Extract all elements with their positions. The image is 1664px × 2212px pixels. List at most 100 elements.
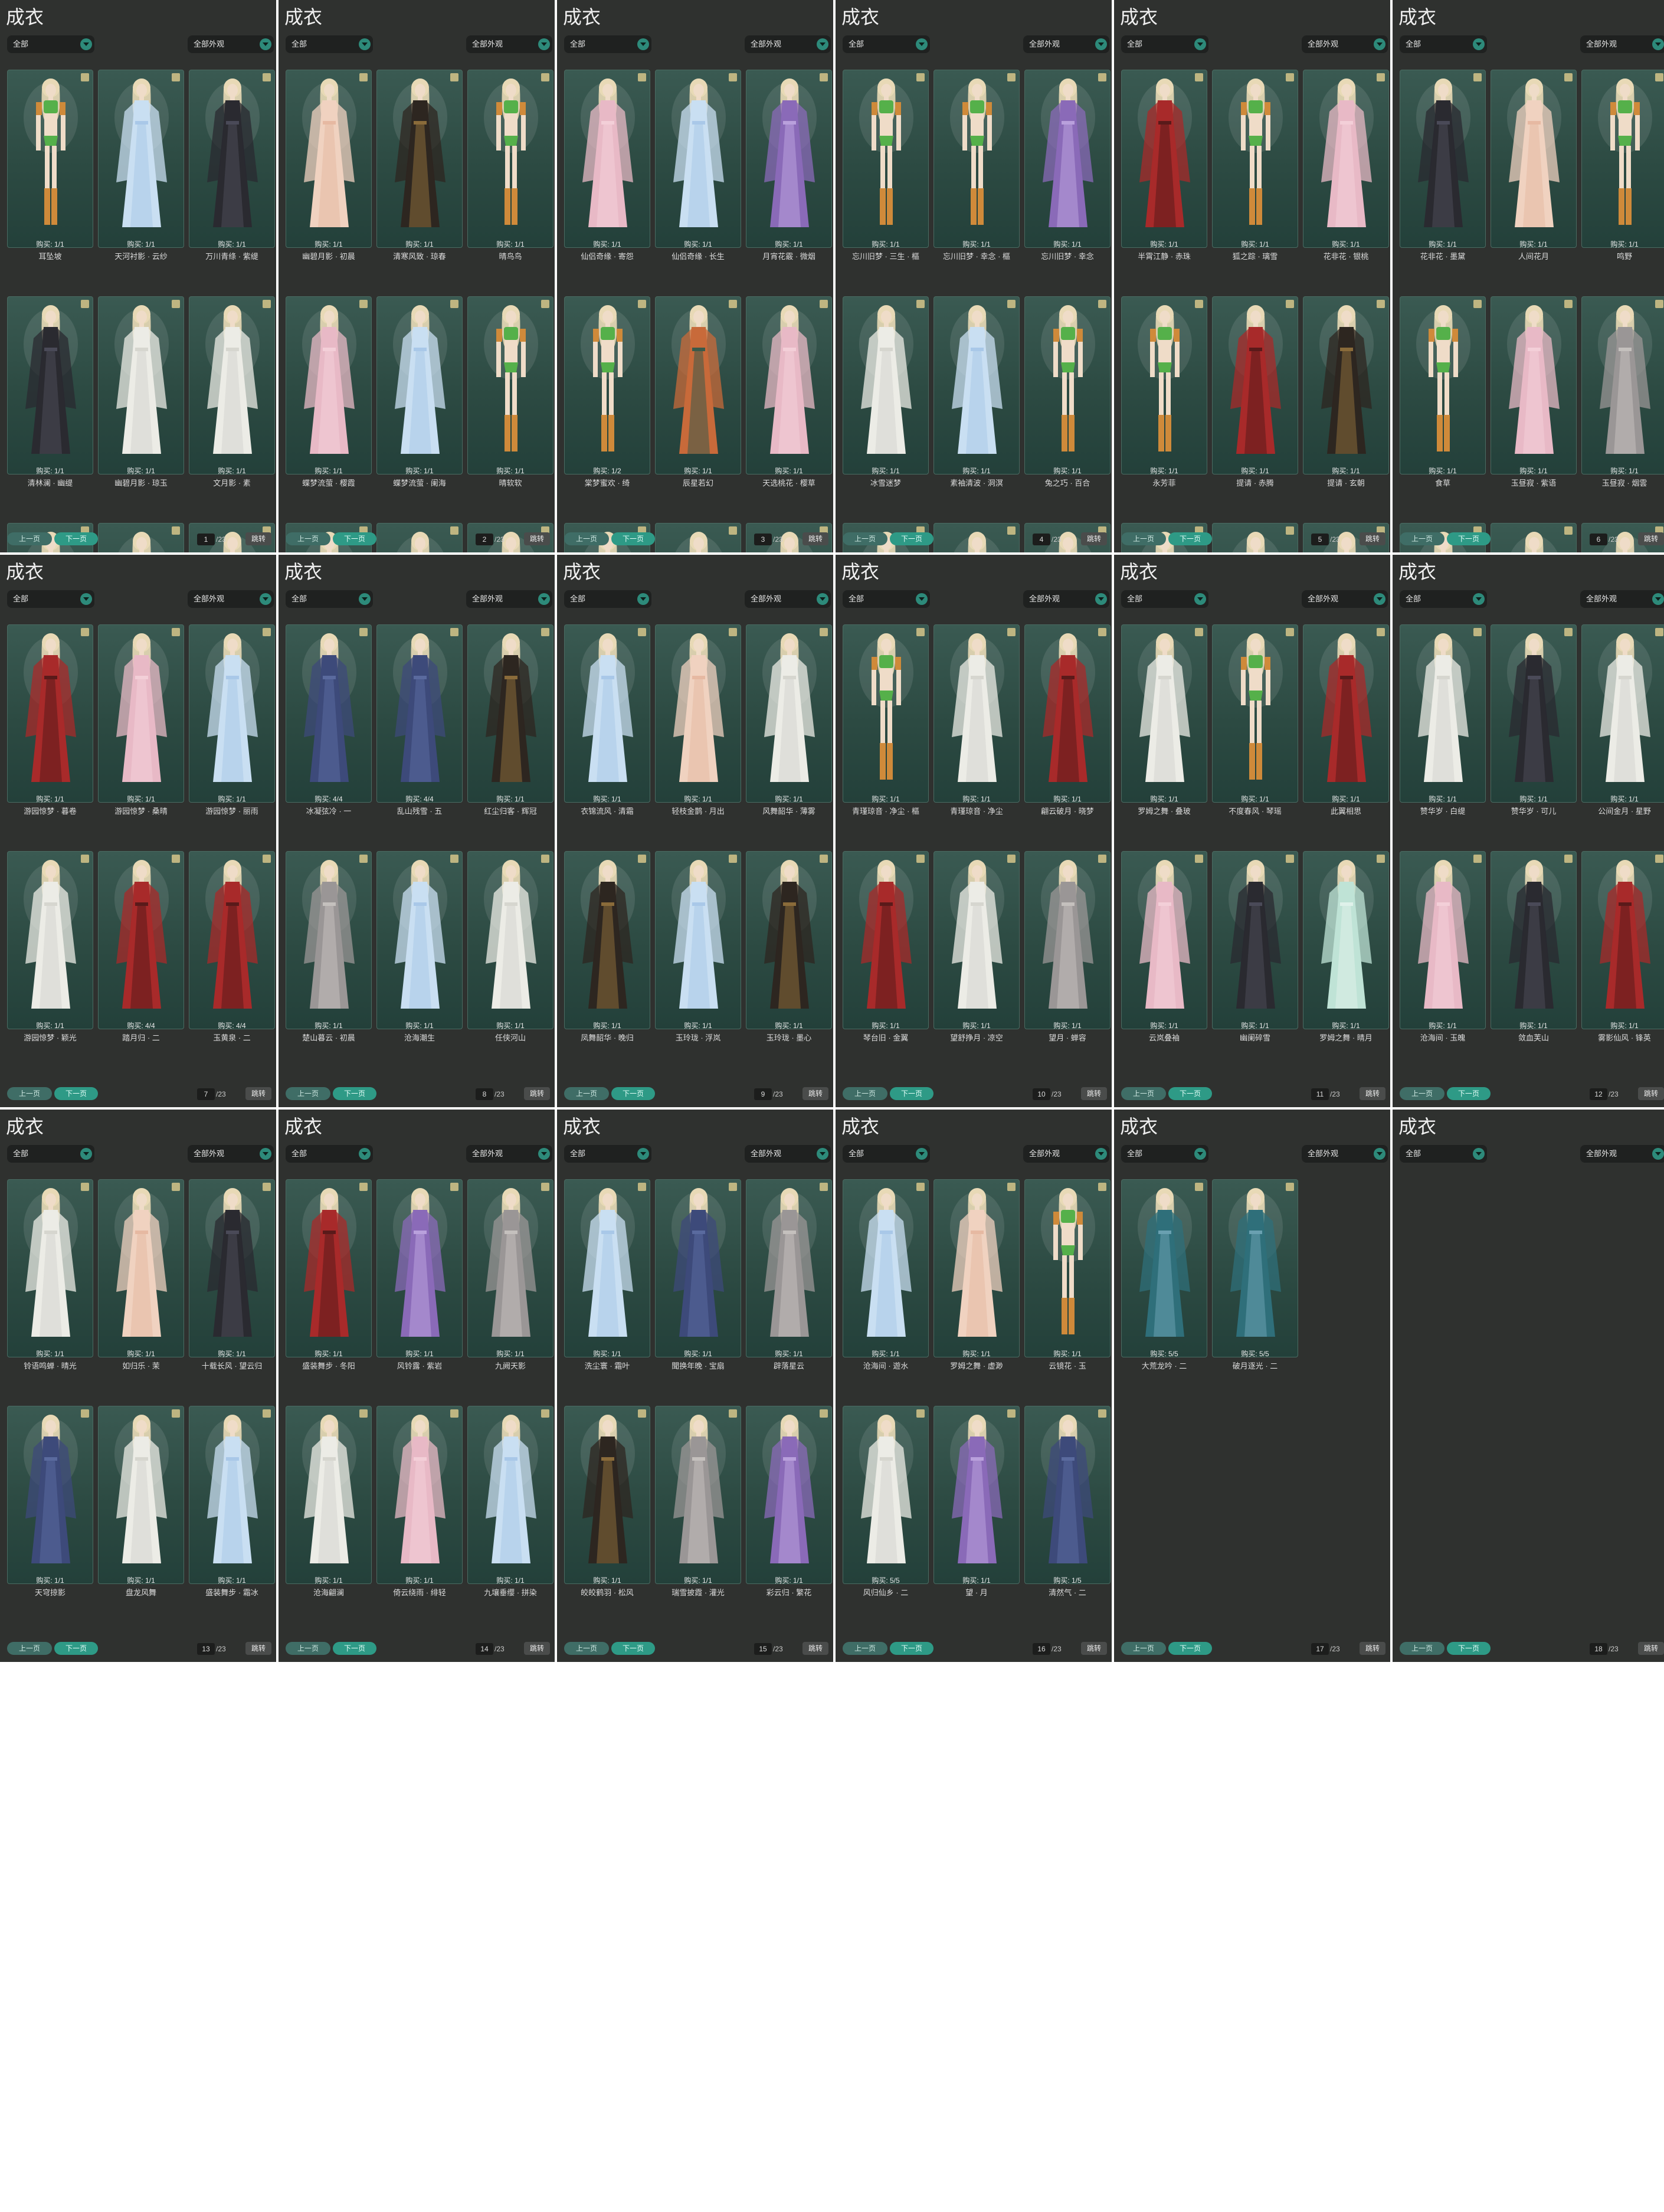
category-dropdown[interactable]: 全部 xyxy=(7,590,94,608)
page-number-input[interactable]: 15 xyxy=(754,1643,772,1655)
chevron-down-icon[interactable] xyxy=(916,1148,928,1160)
outfit-card[interactable]: 购买: 4/4 xyxy=(286,624,372,803)
page-number-input[interactable]: 2 xyxy=(476,534,493,545)
next-page-button[interactable]: 下一页 xyxy=(54,1087,98,1100)
outfit-card[interactable]: 购买: 1/1 xyxy=(1400,70,1486,248)
prev-page-button[interactable]: 上一页 xyxy=(1121,532,1166,545)
jump-button[interactable]: 跳转 xyxy=(524,532,550,545)
appearance-dropdown[interactable]: 全部外观 xyxy=(1023,590,1109,608)
category-dropdown[interactable]: 全部 xyxy=(564,590,651,608)
outfit-card[interactable]: 购买: 1/1 xyxy=(564,851,650,1030)
next-page-button[interactable]: 下一页 xyxy=(1447,1087,1491,1100)
appearance-dropdown[interactable]: 全部外观 xyxy=(1302,1145,1388,1163)
outfit-card[interactable]: 购买: 1/1 xyxy=(98,1179,184,1358)
outfit-card[interactable]: 购买: 1/1 xyxy=(1212,624,1298,803)
page-number-input[interactable]: 12 xyxy=(1590,1088,1607,1100)
chevron-down-icon[interactable] xyxy=(538,1148,550,1160)
page-number-input[interactable]: 6 xyxy=(1590,534,1607,545)
prev-page-button[interactable]: 上一页 xyxy=(564,1642,609,1655)
next-page-button[interactable]: 下一页 xyxy=(611,532,655,545)
chevron-down-icon[interactable] xyxy=(359,593,371,605)
page-number-input[interactable]: 16 xyxy=(1033,1643,1050,1655)
chevron-down-icon[interactable] xyxy=(916,593,928,605)
outfit-card[interactable]: 购买: 1/1 xyxy=(1400,851,1486,1030)
outfit-card[interactable]: 购买: 1/1 xyxy=(286,70,372,248)
prev-page-button[interactable]: 上一页 xyxy=(286,1087,330,1100)
category-dropdown[interactable]: 全部 xyxy=(1400,590,1487,608)
outfit-card[interactable]: 购买: 1/1 xyxy=(933,624,1020,803)
prev-page-button[interactable]: 上一页 xyxy=(286,1642,330,1655)
outfit-card[interactable]: 购买: 1/1 xyxy=(655,1179,741,1358)
outfit-card[interactable]: 购买: 1/1 xyxy=(655,296,741,475)
appearance-dropdown[interactable]: 全部外观 xyxy=(1302,35,1388,53)
category-dropdown[interactable]: 全部 xyxy=(1121,35,1208,53)
appearance-dropdown[interactable]: 全部外观 xyxy=(745,590,831,608)
outfit-card[interactable]: 购买: 1/1 xyxy=(376,523,463,552)
chevron-down-icon[interactable] xyxy=(1473,1148,1485,1160)
category-dropdown[interactable]: 全部 xyxy=(286,1145,373,1163)
outfit-card[interactable]: 购买: 1/1 xyxy=(98,1406,184,1585)
appearance-dropdown[interactable]: 全部外观 xyxy=(466,35,552,53)
chevron-down-icon[interactable] xyxy=(1652,593,1664,605)
jump-button[interactable]: 跳转 xyxy=(802,1087,828,1100)
chevron-down-icon[interactable] xyxy=(1652,38,1664,50)
jump-button[interactable]: 跳转 xyxy=(1360,1087,1385,1100)
outfit-card[interactable]: 购买: 1/1 xyxy=(7,624,93,803)
outfit-card[interactable]: 购买: 1/1 xyxy=(98,624,184,803)
prev-page-button[interactable]: 上一页 xyxy=(564,532,609,545)
jump-button[interactable]: 跳转 xyxy=(802,1642,828,1655)
page-number-input[interactable]: 8 xyxy=(476,1088,493,1100)
category-dropdown[interactable]: 全部 xyxy=(286,590,373,608)
outfit-card[interactable]: 购买: 1/1 xyxy=(376,296,463,475)
jump-button[interactable]: 跳转 xyxy=(1638,1087,1664,1100)
outfit-card[interactable]: 购买: 1/1 xyxy=(376,851,463,1030)
outfit-card[interactable]: 购买: 1/1 xyxy=(1212,851,1298,1030)
chevron-down-icon[interactable] xyxy=(1095,1148,1107,1160)
prev-page-button[interactable]: 上一页 xyxy=(843,532,887,545)
outfit-card[interactable]: 购买: 1/1 xyxy=(1212,296,1298,475)
jump-button[interactable]: 跳转 xyxy=(524,1642,550,1655)
outfit-card[interactable]: 购买: 1/1 xyxy=(1400,624,1486,803)
jump-button[interactable]: 跳转 xyxy=(1081,1642,1107,1655)
appearance-dropdown[interactable]: 全部外观 xyxy=(466,1145,552,1163)
outfit-card[interactable]: 购买: 1/1 xyxy=(189,296,275,475)
next-page-button[interactable]: 下一页 xyxy=(1447,532,1491,545)
outfit-card[interactable]: 购买: 1/1 xyxy=(564,624,650,803)
outfit-card[interactable]: 购买: 1/1 xyxy=(1024,70,1111,248)
outfit-card[interactable]: 购买: 1/1 xyxy=(7,296,93,475)
outfit-card[interactable]: 购买: 1/1 xyxy=(1303,624,1389,803)
outfit-card[interactable]: 购买: 1/1 xyxy=(1121,296,1207,475)
chevron-down-icon[interactable] xyxy=(1194,38,1206,50)
page-number-input[interactable]: 10 xyxy=(1033,1088,1050,1100)
next-page-button[interactable]: 下一页 xyxy=(1168,1087,1212,1100)
chevron-down-icon[interactable] xyxy=(80,38,92,50)
outfit-card[interactable]: 购买: 5/5 xyxy=(843,1406,929,1585)
chevron-down-icon[interactable] xyxy=(637,593,649,605)
prev-page-button[interactable]: 上一页 xyxy=(7,1642,52,1655)
jump-button[interactable]: 跳转 xyxy=(245,532,271,545)
chevron-down-icon[interactable] xyxy=(1473,38,1485,50)
outfit-card[interactable]: 购买: 1/1 xyxy=(467,851,553,1030)
appearance-dropdown[interactable]: 全部外观 xyxy=(188,590,274,608)
outfit-card[interactable]: 购买: 1/1 xyxy=(746,624,832,803)
outfit-card[interactable]: 购买: 1/1 xyxy=(1212,70,1298,248)
outfit-card[interactable]: 购买: 4/4 xyxy=(98,851,184,1030)
prev-page-button[interactable]: 上一页 xyxy=(1121,1642,1166,1655)
chevron-down-icon[interactable] xyxy=(80,1148,92,1160)
outfit-card[interactable]: 购买: 1/1 xyxy=(1024,624,1111,803)
outfit-card[interactable]: 购买: 1/1 xyxy=(376,70,463,248)
outfit-card[interactable]: 购买: 1/1 xyxy=(843,624,929,803)
outfit-card[interactable]: 购买: 1/1 xyxy=(564,70,650,248)
outfit-card[interactable]: 购买: 1/1 xyxy=(655,523,741,552)
chevron-down-icon[interactable] xyxy=(1194,593,1206,605)
category-dropdown[interactable]: 全部 xyxy=(7,35,94,53)
appearance-dropdown[interactable]: 全部外观 xyxy=(745,1145,831,1163)
next-page-button[interactable]: 下一页 xyxy=(1447,1642,1491,1655)
appearance-dropdown[interactable]: 全部外观 xyxy=(1023,35,1109,53)
jump-button[interactable]: 跳转 xyxy=(1638,532,1664,545)
outfit-card[interactable]: 购买: 1/1 xyxy=(7,1179,93,1358)
chevron-down-icon[interactable] xyxy=(817,593,828,605)
outfit-card[interactable]: 购买: 1/1 xyxy=(467,1179,553,1358)
outfit-card[interactable]: 购买: 1/2 xyxy=(564,296,650,475)
prev-page-button[interactable]: 上一页 xyxy=(1121,1087,1166,1100)
